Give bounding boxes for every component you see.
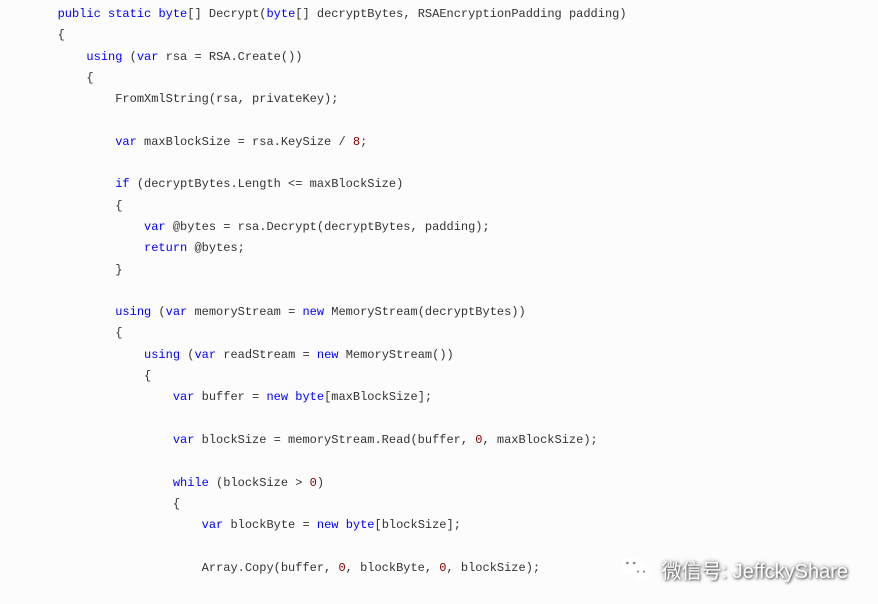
code-line: var @bytes = rsa.Decrypt(decryptBytes, p…	[0, 217, 878, 238]
code-line: public static byte[] Decrypt(byte[] decr…	[0, 4, 878, 25]
code-line: return @bytes;	[0, 238, 878, 259]
code-line: var maxBlockSize = rsa.KeySize / 8;	[0, 132, 878, 153]
code-line: if (decryptBytes.Length <= maxBlockSize)	[0, 174, 878, 195]
wechat-icon	[618, 552, 652, 586]
code-line: var decrypts = rsa.Decrypt(blockByte, pa…	[0, 600, 878, 604]
wechat-watermark: 微信号: JeffckyShare	[618, 552, 848, 586]
code-block: public static byte[] Decrypt(byte[] decr…	[0, 0, 878, 604]
code-line: var blockSize = memoryStream.Read(buffer…	[0, 430, 878, 451]
code-line: {	[0, 68, 878, 89]
code-line	[0, 110, 878, 131]
code-line: {	[0, 323, 878, 344]
code-line: while (blockSize > 0)	[0, 473, 878, 494]
code-line: var blockByte = new byte[blockSize];	[0, 515, 878, 536]
code-line: }	[0, 260, 878, 281]
code-line: {	[0, 25, 878, 46]
code-line: var buffer = new byte[maxBlockSize];	[0, 387, 878, 408]
code-line: using (var readStream = new MemoryStream…	[0, 345, 878, 366]
code-line: using (var rsa = RSA.Create())	[0, 47, 878, 68]
code-line: {	[0, 196, 878, 217]
code-line	[0, 153, 878, 174]
code-line	[0, 451, 878, 472]
code-line: FromXmlString(rsa, privateKey);	[0, 89, 878, 110]
wechat-label: 微信号: JeffckyShare	[662, 555, 848, 584]
code-line	[0, 409, 878, 430]
code-line	[0, 281, 878, 302]
code-line: {	[0, 494, 878, 515]
code-line: using (var memoryStream = new MemoryStre…	[0, 302, 878, 323]
code-line: {	[0, 366, 878, 387]
